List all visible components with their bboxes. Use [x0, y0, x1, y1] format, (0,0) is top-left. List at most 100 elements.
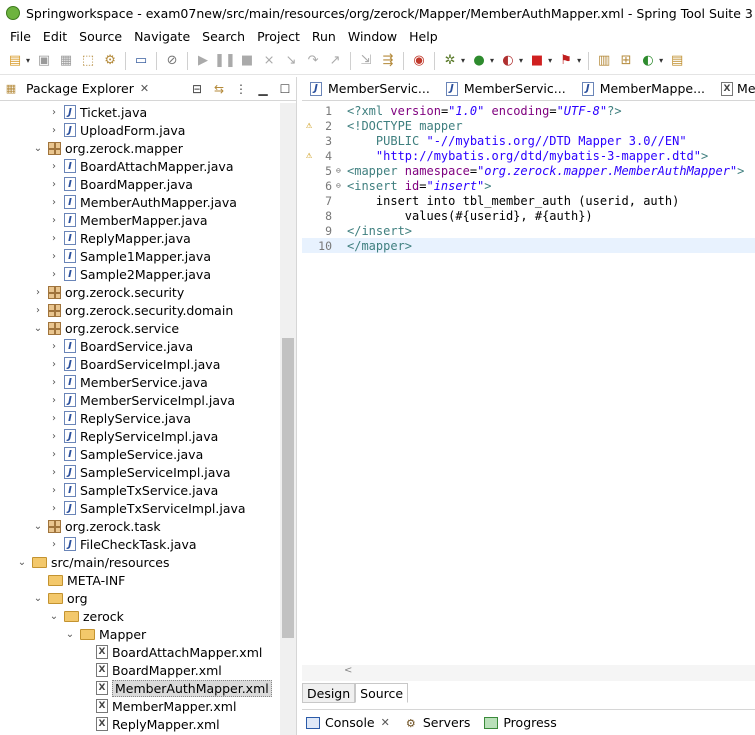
- skip-breakpoints-icon[interactable]: ⊘: [163, 52, 181, 70]
- chevron-right-icon[interactable]: ›: [48, 161, 60, 172]
- chevron-right-icon[interactable]: ›: [48, 431, 60, 442]
- chevron-down-icon[interactable]: ⌄: [32, 521, 44, 532]
- new-package-icon[interactable]: ⊞: [617, 52, 635, 70]
- chevron-down-icon[interactable]: ⌄: [64, 629, 76, 640]
- editor-tab[interactable]: X Me: [713, 77, 755, 101]
- step-into-icon[interactable]: ↘: [282, 52, 300, 70]
- tree-item[interactable]: › J ReplyServiceImpl.java: [48, 427, 218, 445]
- chevron-right-icon[interactable]: ›: [48, 377, 60, 388]
- chevron-right-icon[interactable]: ›: [48, 125, 60, 136]
- tree-item[interactable]: X BoardAttachMapper.xml: [80, 643, 262, 661]
- tree-item[interactable]: › I SampleTxService.java: [48, 481, 218, 499]
- code-area[interactable]: 1 <?xml version="1.0" encoding="UTF-8"?> ⚠…: [302, 103, 755, 665]
- coverage-icon[interactable]: ◐: [499, 52, 517, 70]
- open-perspective-icon[interactable]: ▤: [668, 52, 686, 70]
- use-step-filters-icon[interactable]: ⇶: [379, 52, 397, 70]
- tree-item[interactable]: ⌄ org.zerock.task: [32, 517, 161, 535]
- fold-toggle-icon[interactable]: ⊖: [336, 181, 344, 190]
- new-class-icon[interactable]: ◐: [639, 52, 657, 70]
- chevron-right-icon[interactable]: ›: [32, 287, 44, 298]
- new-dropdown-icon[interactable]: ▾: [26, 56, 30, 65]
- chevron-right-icon[interactable]: ›: [48, 197, 60, 208]
- chevron-down-icon[interactable]: ⌄: [32, 593, 44, 604]
- code-line[interactable]: 8 values(#{userid}, #{auth}): [302, 208, 755, 223]
- open-task-icon[interactable]: ⚙: [101, 52, 119, 70]
- tree-item[interactable]: › I BoardService.java: [48, 337, 193, 355]
- chevron-right-icon[interactable]: ›: [48, 395, 60, 406]
- menu-help[interactable]: Help: [403, 29, 444, 44]
- menu-window[interactable]: Window: [342, 29, 403, 44]
- tree-item[interactable]: X MemberAuthMapper.xml: [80, 679, 272, 697]
- suspend-icon[interactable]: ❚❚: [214, 52, 236, 70]
- tree-item[interactable]: ⌄ org.zerock.mapper: [32, 139, 183, 157]
- tree-item[interactable]: X MemberMapper.xml: [80, 697, 236, 715]
- chevron-right-icon[interactable]: ›: [48, 215, 60, 226]
- view-menu-icon[interactable]: ⋮: [233, 81, 249, 97]
- code-line[interactable]: ⚠ 4 "http://mybatis.org/dtd/mybatis-3-map…: [302, 148, 755, 163]
- tab-source[interactable]: Source: [355, 683, 409, 703]
- tree-item[interactable]: › I MemberAuthMapper.java: [48, 193, 237, 211]
- open-type-icon[interactable]: ⬚: [79, 52, 97, 70]
- run-icon[interactable]: ●: [470, 52, 488, 70]
- tree-item[interactable]: META-INF: [32, 571, 125, 589]
- tree-item[interactable]: X ReplyMapper.xml: [80, 715, 220, 733]
- chevron-right-icon[interactable]: ›: [48, 449, 60, 460]
- scroll-left-icon[interactable]: <: [344, 665, 352, 676]
- tree-item[interactable]: › J BoardServiceImpl.java: [48, 355, 220, 373]
- maximize-icon[interactable]: ☐: [277, 81, 293, 97]
- tree-item[interactable]: ⌄ Mapper: [64, 625, 146, 643]
- chevron-right-icon[interactable]: ›: [32, 305, 44, 316]
- tree-item[interactable]: ⌄ zerock: [48, 607, 124, 625]
- minimize-icon[interactable]: ▁: [255, 81, 271, 97]
- resume-icon[interactable]: ▶: [194, 52, 212, 70]
- warning-icon[interactable]: ⚠: [302, 120, 316, 131]
- step-over-icon[interactable]: ↷: [304, 52, 322, 70]
- save-all-icon[interactable]: ▦: [57, 52, 75, 70]
- warning-icon[interactable]: ⚠: [302, 150, 316, 161]
- external-tools-icon[interactable]: ⚑: [557, 52, 575, 70]
- chevron-right-icon[interactable]: ›: [48, 233, 60, 244]
- new-java-project-icon[interactable]: ▥: [595, 52, 613, 70]
- chevron-right-icon[interactable]: ›: [48, 485, 60, 496]
- debug-dropdown-icon[interactable]: ▾: [461, 56, 465, 65]
- chevron-right-icon[interactable]: ›: [48, 359, 60, 370]
- drop-to-frame-icon[interactable]: ⇲: [357, 52, 375, 70]
- chevron-right-icon[interactable]: ›: [48, 539, 60, 550]
- tree-item[interactable]: › I BoardAttachMapper.java: [48, 157, 234, 175]
- tree-item[interactable]: › I Sample2Mapper.java: [48, 265, 211, 283]
- menu-run[interactable]: Run: [306, 29, 342, 44]
- tab-console[interactable]: Console ✕: [306, 715, 390, 730]
- tree-item[interactable]: ⌄ org: [32, 589, 88, 607]
- tree-item[interactable]: › I SampleService.java: [48, 445, 203, 463]
- tree-item[interactable]: › I MemberService.java: [48, 373, 208, 391]
- external-tools-dropdown-icon[interactable]: ▾: [577, 56, 581, 65]
- tree-item[interactable]: ⌄ src/main/resources: [16, 553, 170, 571]
- chevron-right-icon[interactable]: ›: [48, 341, 60, 352]
- horizontal-scrollbar[interactable]: <: [302, 665, 755, 681]
- tree-item[interactable]: › I ReplyMapper.java: [48, 229, 191, 247]
- stop-dropdown-icon[interactable]: ▾: [548, 56, 552, 65]
- tree-item[interactable]: › org.zerock.security.domain: [32, 301, 233, 319]
- tree-item[interactable]: › I Sample1Mapper.java: [48, 247, 211, 265]
- code-line[interactable]: ⚠ 2 <!DOCTYPE mapper: [302, 118, 755, 133]
- run-dropdown-icon[interactable]: ▾: [490, 56, 494, 65]
- chevron-right-icon[interactable]: ›: [48, 107, 60, 118]
- tree-item[interactable]: ⌄ org.zerock.service: [32, 319, 179, 337]
- step-return-icon[interactable]: ↗: [326, 52, 344, 70]
- tree-item[interactable]: › J MemberServiceImpl.java: [48, 391, 235, 409]
- tree-item[interactable]: › I BoardMapper.java: [48, 175, 193, 193]
- chevron-right-icon[interactable]: ›: [48, 269, 60, 280]
- tree-item[interactable]: X BoardMapper.xml: [80, 661, 222, 679]
- tree-item[interactable]: › J FileCheckTask.java: [48, 535, 197, 553]
- tree-item[interactable]: › J SampleServiceImpl.java: [48, 463, 231, 481]
- code-line[interactable]: 10 </mapper>: [302, 238, 755, 253]
- code-line[interactable]: 3 PUBLIC "-//mybatis.org//DTD Mapper 3.0…: [302, 133, 755, 148]
- stop-icon[interactable]: ■: [528, 52, 546, 70]
- coverage-dropdown-icon[interactable]: ▾: [519, 56, 523, 65]
- link-with-editor-icon[interactable]: ⇆: [211, 81, 227, 97]
- code-line[interactable]: 1 <?xml version="1.0" encoding="UTF-8"?>: [302, 103, 755, 118]
- code-line[interactable]: 5 ⊖ <mapper namespace="org.zerock.mapper.M…: [302, 163, 755, 178]
- terminal-icon[interactable]: ▭: [132, 52, 150, 70]
- chevron-down-icon[interactable]: ⌄: [32, 323, 44, 334]
- scrollbar-thumb[interactable]: [282, 338, 294, 638]
